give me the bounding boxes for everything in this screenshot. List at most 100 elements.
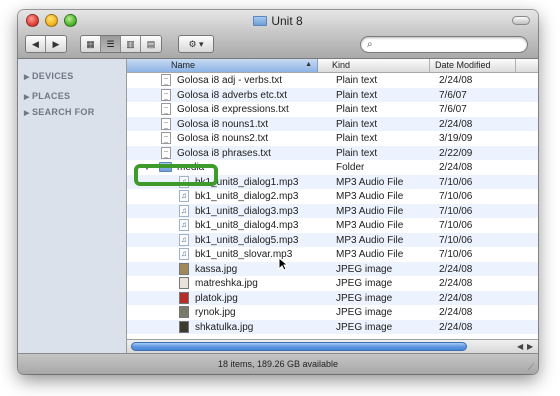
column-header-kind[interactable]: Kind <box>332 60 350 71</box>
sort-ascending-icon: ▲ <box>305 61 312 68</box>
list-view-button[interactable]: ☰ <box>101 36 121 52</box>
file-name: rynok.jpg <box>195 307 236 318</box>
file-kind: Plain text <box>336 118 378 130</box>
file-date-modified: 2/24/08 <box>439 118 473 130</box>
toolbar-toggle-button[interactable] <box>512 16 530 25</box>
scrollbar-thumb[interactable] <box>131 342 467 351</box>
file-name: matreshka.jpg <box>195 278 258 289</box>
cover-flow-button[interactable]: ▤ <box>141 36 161 52</box>
table-row[interactable]: ♫ bk1_unit8_dialog4.mp3 MP3 Audio File 7/10… <box>127 218 538 233</box>
table-row[interactable]: Golosa i8 expressions.txt Plain text 7/6/0… <box>127 102 538 117</box>
file-name: Golosa i8 expressions.txt <box>177 104 289 115</box>
search-field[interactable]: ⌕ <box>360 36 528 53</box>
mp3-file-icon: ♫ <box>179 219 189 231</box>
table-row[interactable]: Golosa i8 nouns1.txt Plain text 2/24/08 <box>127 116 538 131</box>
sidebar: ▶ DEVICES ▶ PLACES ▶ SEARCH FOR <box>18 59 127 353</box>
mouse-cursor-icon <box>278 257 288 271</box>
table-row[interactable]: matreshka.jpg JPEG image 2/24/08 <box>127 276 538 291</box>
table-row[interactable]: ♫ bk1_unit8_dialog3.mp3 MP3 Audio File 7/10… <box>127 203 538 218</box>
window-title-text: Unit 8 <box>271 14 303 28</box>
table-row[interactable]: Golosa i8 phrases.txt Plain text 2/22/09 <box>127 145 538 160</box>
table-row[interactable]: Golosa i8 nouns2.txt Plain text 3/19/09 <box>127 131 538 146</box>
status-text: 18 items, 189.26 GB available <box>217 359 339 369</box>
jpeg-thumbnail-icon <box>179 320 189 333</box>
table-row[interactable]: ♫ bk1_unit8_dialog2.mp3 MP3 Audio File 7/10… <box>127 189 538 204</box>
folder-icon <box>253 16 268 26</box>
sidebar-section-places[interactable]: ▶ PLACES <box>24 91 70 101</box>
sidebar-section-search-for[interactable]: ▶ SEARCH FOR <box>24 107 95 117</box>
file-kind: Plain text <box>336 133 378 144</box>
window-title: Unit 8 <box>18 14 538 28</box>
file-kind: MP3 Audio File <box>336 234 404 246</box>
forward-button[interactable]: ▶ <box>46 36 66 52</box>
file-name: shkatulka.jpg <box>195 321 254 333</box>
mp3-file-icon: ♫ <box>179 190 189 202</box>
table-row[interactable]: Golosa i8 adverbs etc.txt Plain text 7/6/0… <box>127 87 538 102</box>
search-input[interactable] <box>379 38 523 53</box>
column-divider[interactable] <box>429 59 430 72</box>
disclosure-triangle-icon[interactable]: ▶ <box>24 109 32 117</box>
file-kind: Folder <box>336 162 365 173</box>
resize-grip-icon[interactable]: ⟋ <box>528 362 534 372</box>
table-row[interactable]: kassa.jpg JPEG image 2/24/08 <box>127 261 538 276</box>
column-divider[interactable] <box>515 59 516 72</box>
file-name: bk1_unit8_dialog2.mp3 <box>195 191 299 202</box>
table-row[interactable]: shkatulka.jpg JPEG image 2/24/08 <box>127 319 538 334</box>
file-date-modified: 2/24/08 <box>439 321 473 333</box>
file-date-modified: 2/24/08 <box>439 263 473 275</box>
back-button[interactable]: ◀ <box>26 36 46 52</box>
file-kind: JPEG image <box>336 307 393 318</box>
file-name: platok.jpg <box>195 292 238 304</box>
column-header-date[interactable]: Date Modified <box>435 60 491 71</box>
finder-window: Unit 8 ◀ ▶ ▦ ☰ ▥ ▤ ⚙ ▾ ⌕ ▶ DEVICES ▶ PLACE… <box>18 10 538 374</box>
file-date-modified: 2/24/08 <box>439 307 473 318</box>
text-file-icon <box>161 132 171 144</box>
status-bar: 18 items, 189.26 GB available ⟋ <box>18 353 538 374</box>
file-kind: MP3 Audio File <box>336 205 404 217</box>
file-date-modified: 3/19/09 <box>439 133 473 144</box>
text-file-icon <box>161 103 171 115</box>
scroll-left-arrow-icon[interactable]: ◀ <box>517 342 523 352</box>
file-name: Golosa i8 nouns2.txt <box>177 133 269 144</box>
table-row[interactable]: ♫ bk1_unit8_slovar.mp3 MP3 Audio File 7/10/… <box>127 247 538 262</box>
file-date-modified: 7/10/06 <box>439 191 473 202</box>
sidebar-section-devices[interactable]: ▶ DEVICES <box>24 71 74 81</box>
toolbar: ◀ ▶ ▦ ☰ ▥ ▤ ⚙ ▾ ⌕ <box>18 32 538 59</box>
table-row[interactable]: ♫ bk1_unit8_dialog5.mp3 MP3 Audio File 7/10… <box>127 232 538 247</box>
file-name: Golosa i8 adverbs etc.txt <box>177 89 288 101</box>
table-row[interactable]: platok.jpg JPEG image 2/24/08 <box>127 290 538 305</box>
icon-view-button[interactable]: ▦ <box>81 36 101 52</box>
file-date-modified: 2/24/08 <box>439 292 473 304</box>
scroll-right-arrow-icon[interactable]: ▶ <box>527 342 533 352</box>
mp3-file-icon: ♫ <box>179 233 189 246</box>
disclosure-triangle-icon[interactable]: ▶ <box>24 73 32 81</box>
highlight-annotation <box>134 164 218 186</box>
file-name: Golosa i8 phrases.txt <box>177 147 271 159</box>
table-row[interactable]: rynok.jpg JPEG image 2/24/08 <box>127 305 538 320</box>
horizontal-scrollbar[interactable]: ◀ ▶ <box>127 339 538 354</box>
search-icon: ⌕ <box>367 39 373 50</box>
jpeg-thumbnail-icon <box>179 262 189 275</box>
mp3-file-icon: ♫ <box>179 248 189 260</box>
file-date-modified: 7/10/06 <box>439 176 473 188</box>
file-date-modified: 7/10/06 <box>439 205 473 217</box>
file-kind: JPEG image <box>336 321 393 333</box>
file-kind: JPEG image <box>336 278 393 289</box>
file-name: Golosa i8 nouns1.txt <box>177 118 269 130</box>
title-bar[interactable]: Unit 8 <box>18 10 538 32</box>
file-name: bk1_unit8_dialog4.mp3 <box>195 220 299 231</box>
text-file-icon <box>161 146 171 159</box>
table-row[interactable]: Golosa i8 adj - verbs.txt Plain text 2/24/… <box>127 73 538 88</box>
column-view-button[interactable]: ▥ <box>121 36 141 52</box>
file-kind: MP3 Audio File <box>336 220 404 231</box>
file-kind: Plain text <box>336 75 378 86</box>
file-date-modified: 7/10/06 <box>439 249 473 260</box>
disclosure-triangle-icon[interactable]: ▶ <box>24 93 32 101</box>
list-header: Name ▲ Kind Date Modified <box>127 59 538 73</box>
file-kind: JPEG image <box>336 292 393 304</box>
action-menu-button[interactable]: ⚙ ▾ <box>178 35 214 53</box>
jpeg-thumbnail-icon <box>179 277 189 289</box>
column-header-name[interactable]: Name ▲ <box>127 59 318 72</box>
file-name: bk1_unit8_dialog5.mp3 <box>195 234 299 246</box>
file-kind: JPEG image <box>336 263 393 275</box>
